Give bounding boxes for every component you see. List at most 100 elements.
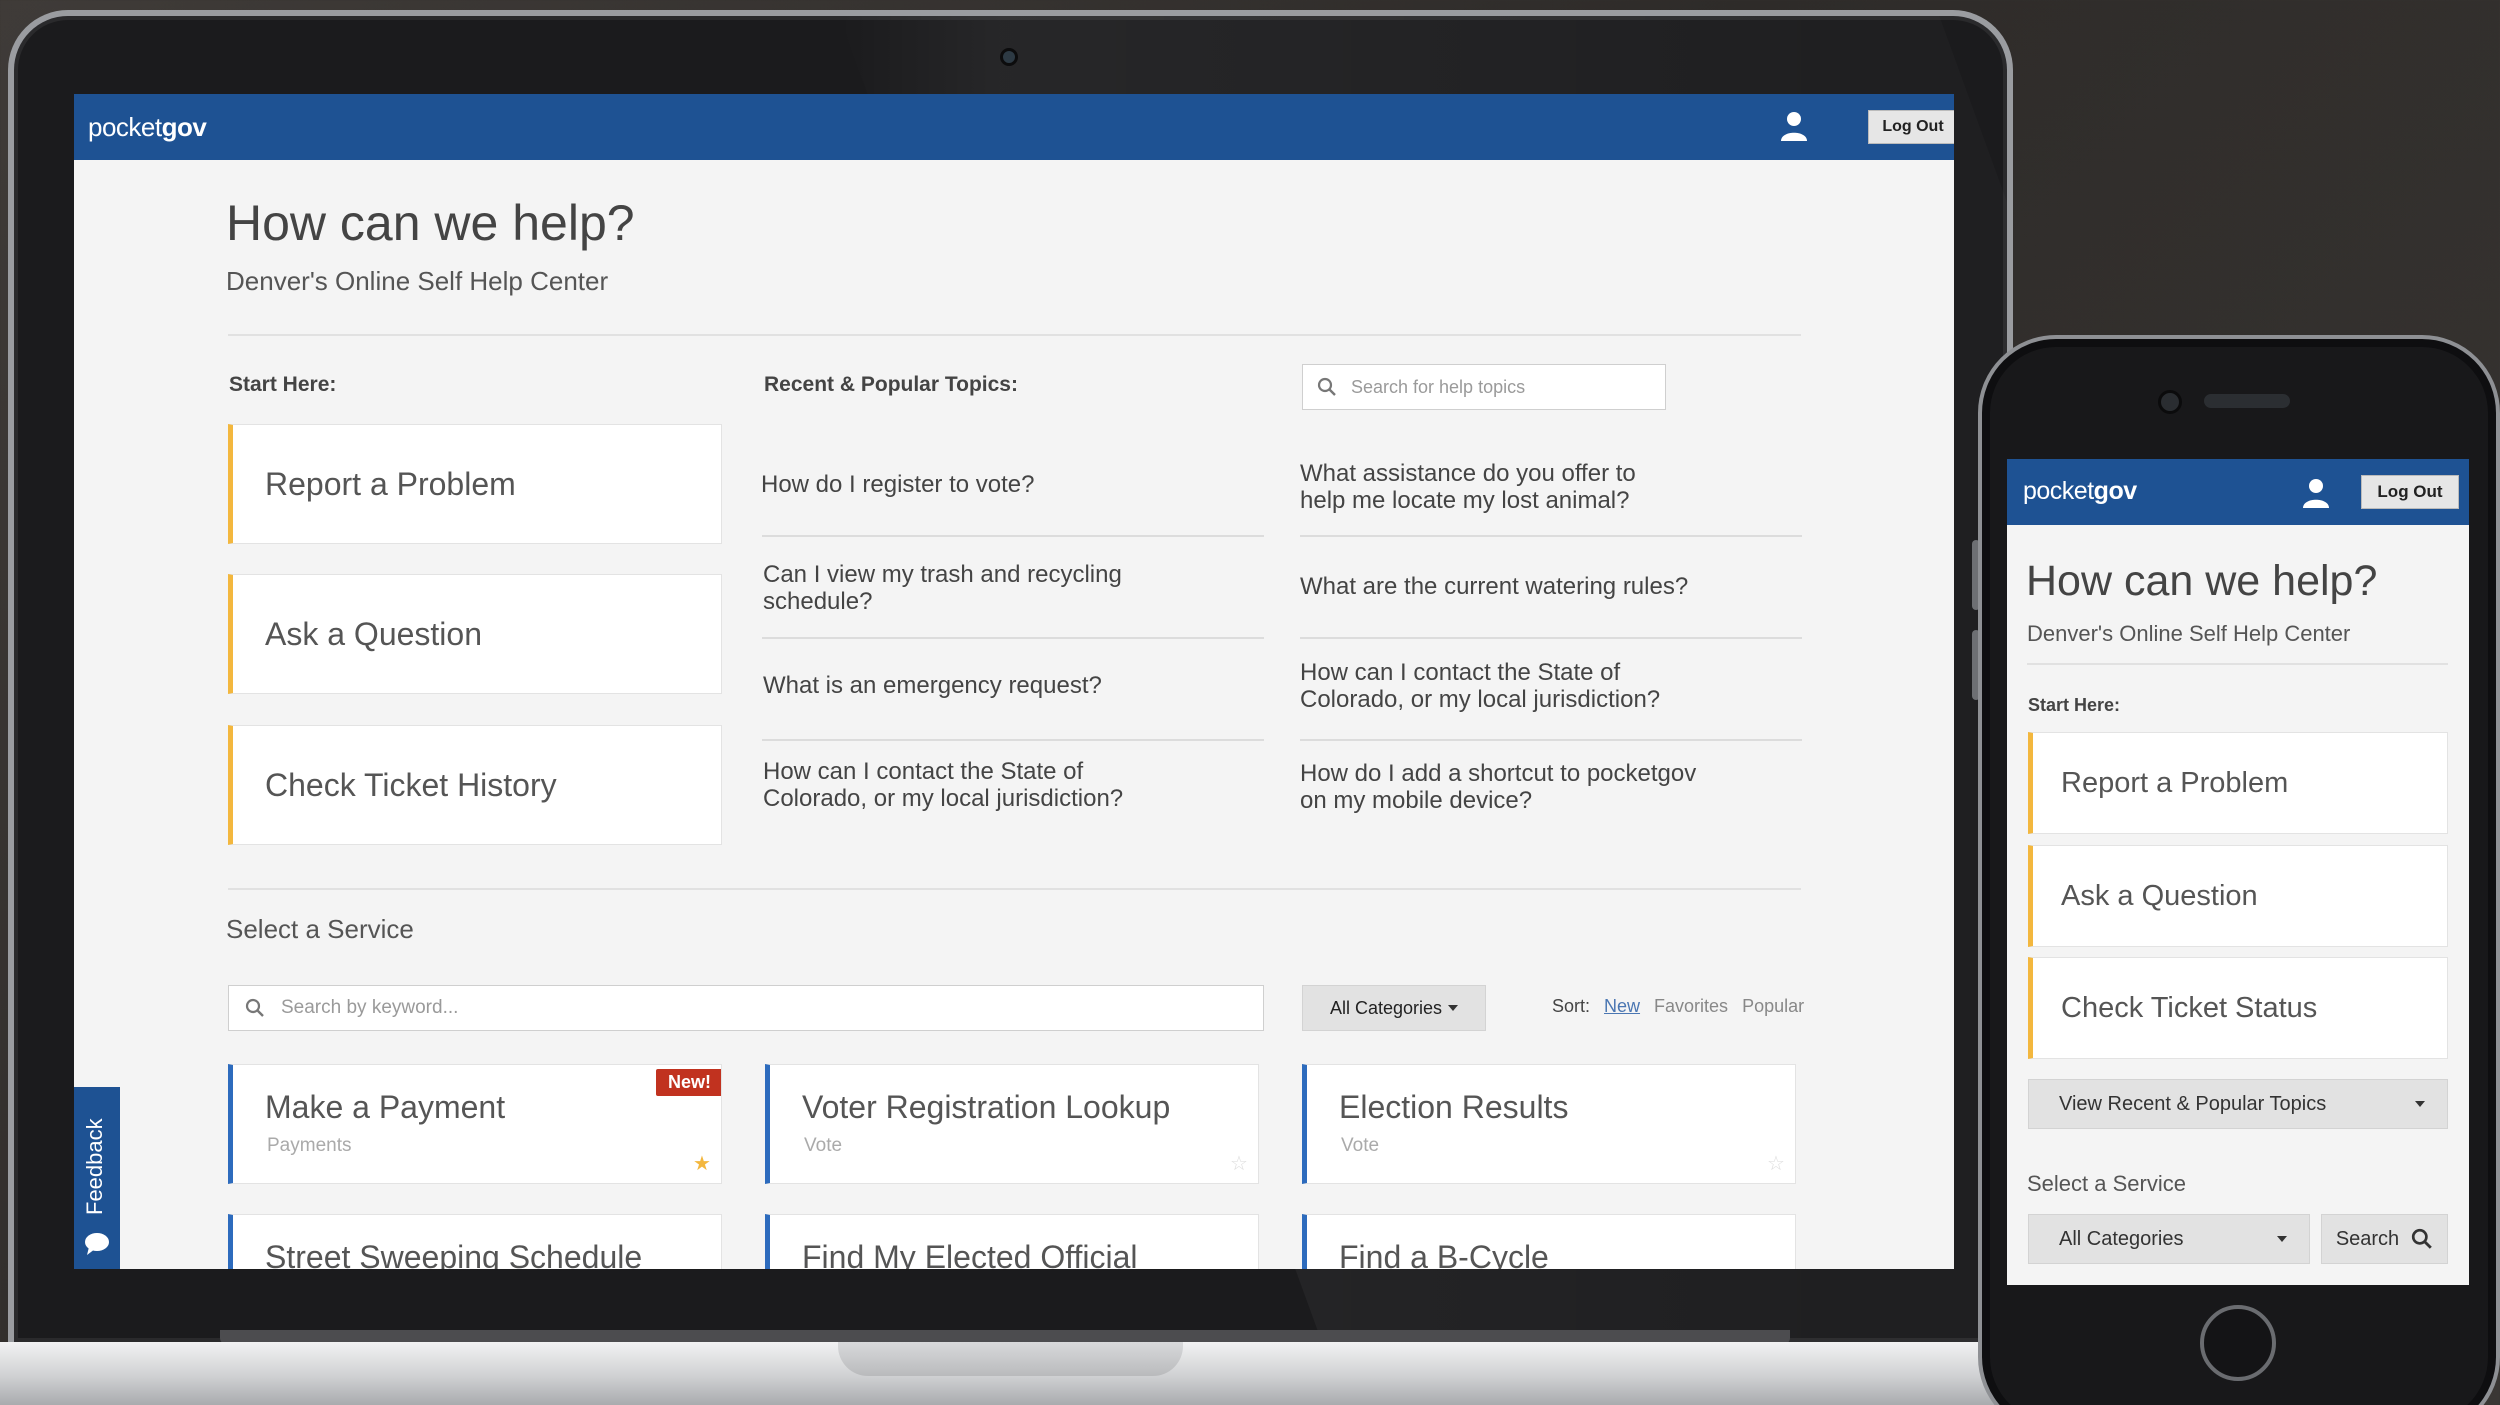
phone-speaker xyxy=(2204,394,2290,408)
select-service-title: Select a Service xyxy=(226,914,414,944)
service-card-election-results[interactable]: Election Results Vote ☆ xyxy=(1302,1064,1796,1184)
topic-line: schedule? xyxy=(763,588,873,615)
service-name: Voter Registration Lookup xyxy=(802,1089,1171,1125)
pocketgov-logo[interactable]: pocketgov xyxy=(88,112,207,143)
sort-new-link[interactable]: New xyxy=(1604,996,1640,1017)
divider xyxy=(762,739,1264,741)
service-card-make-payment[interactable]: Make a Payment Payments New! ★ xyxy=(228,1064,722,1184)
service-card-street-sweeping[interactable]: Street Sweeping Schedule xyxy=(228,1214,722,1269)
feedback-tab[interactable]: Feedback xyxy=(74,1087,120,1269)
topic-line: on my mobile device? xyxy=(1300,787,1533,814)
all-categories-dropdown[interactable]: All Categories xyxy=(2028,1214,2310,1264)
topic-line: What is an emergency request? xyxy=(763,672,1102,699)
topic-line: How do I add a shortcut to pocketgov xyxy=(1300,760,1697,787)
report-problem-button[interactable]: Report a Problem xyxy=(228,424,722,544)
service-name: Find a B-Cycle xyxy=(1339,1239,1549,1269)
keyword-search-input[interactable] xyxy=(281,997,1263,1019)
start-here-label: Start Here: xyxy=(2028,695,2121,715)
caret-down-icon xyxy=(2277,1236,2287,1242)
logout-button[interactable]: Log Out xyxy=(1868,110,1954,144)
laptop-base-notch xyxy=(838,1342,1183,1376)
page-title: How can we help? xyxy=(226,195,635,251)
search-button[interactable]: Search xyxy=(2321,1214,2448,1264)
service-card-elected-official[interactable]: Find My Elected Official xyxy=(765,1214,1259,1269)
topic-link[interactable]: How can I contact the State of Colorado,… xyxy=(1300,659,1800,713)
logout-button[interactable]: Log Out xyxy=(2361,475,2459,509)
logo-light-text: pocket xyxy=(2023,477,2094,505)
favorite-star-icon[interactable]: ★ xyxy=(693,1151,711,1176)
divider xyxy=(1300,535,1802,537)
topics-dropdown-label: View Recent & Popular Topics xyxy=(2059,1092,2327,1115)
mobile-screen: pocketgov Log Out How can we help? Denve… xyxy=(2007,459,2469,1285)
topic-link[interactable]: How do I register to vote? xyxy=(761,471,1261,498)
logo-bold-text: gov xyxy=(161,112,207,142)
user-icon[interactable] xyxy=(2302,478,2330,508)
topic-link[interactable]: Can I view my trash and recycling schedu… xyxy=(763,561,1263,615)
all-categories-dropdown[interactable]: All Categories xyxy=(1302,985,1486,1031)
topic-line: Colorado, or my local jurisdiction? xyxy=(763,785,1124,812)
topic-line: What are the current watering rules? xyxy=(1300,573,1689,600)
service-name: Street Sweeping Schedule xyxy=(265,1239,643,1269)
divider xyxy=(1300,739,1802,741)
service-category: Payments xyxy=(267,1135,352,1156)
topic-line: How do I register to vote? xyxy=(761,471,1035,498)
search-icon xyxy=(2412,1228,2432,1249)
start-here-label: Start Here: xyxy=(229,373,337,396)
topic-line: Can I view my trash and recycling xyxy=(763,561,1122,588)
page-title: How can we help? xyxy=(2026,557,2378,605)
desktop-topbar: pocketgov Log Out xyxy=(74,94,1954,160)
new-badge: New! xyxy=(655,1069,721,1096)
service-name: Election Results xyxy=(1339,1089,1569,1125)
desktop-screen: pocketgov Log Out How can we help? Denve… xyxy=(74,94,1954,1269)
user-icon[interactable] xyxy=(1780,111,1808,141)
divider xyxy=(1300,637,1802,639)
logo-light-text: pocket xyxy=(88,112,162,142)
sort-controls: Sort: New Favorites Popular xyxy=(1552,996,1804,1017)
phone-home-button[interactable] xyxy=(2200,1305,2276,1381)
feedback-label: Feedback xyxy=(82,1118,107,1216)
topic-link[interactable]: What are the current watering rules? xyxy=(1300,573,1800,600)
page-subtitle: Denver's Online Self Help Center xyxy=(226,266,609,296)
topic-link[interactable]: How do I add a shortcut to pocketgov on … xyxy=(1300,760,1800,814)
keyword-search-box[interactable] xyxy=(228,985,1264,1031)
start-item-label: Report a Problem xyxy=(2061,766,2289,799)
sort-favorites-link[interactable]: Favorites xyxy=(1654,996,1728,1017)
divider xyxy=(228,334,1801,336)
categories-label: All Categories xyxy=(1329,997,1443,1018)
topic-line: What assistance do you offer to xyxy=(1300,460,1636,487)
ask-question-button[interactable]: Ask a Question xyxy=(228,574,722,694)
topic-link[interactable]: What is an emergency request? xyxy=(763,672,1263,699)
caret-down-icon xyxy=(2415,1101,2425,1107)
report-problem-button[interactable]: Report a Problem xyxy=(2028,732,2448,834)
topic-link[interactable]: How can I contact the State of Colorado,… xyxy=(763,758,1263,812)
service-category: Vote xyxy=(804,1135,843,1156)
phone-camera xyxy=(2158,390,2182,414)
favorite-star-outline-icon[interactable]: ☆ xyxy=(1230,1151,1248,1176)
start-item-label: Ask a Question xyxy=(2061,879,2258,912)
sort-label: Sort: xyxy=(1552,996,1591,1016)
page-subtitle: Denver's Online Self Help Center xyxy=(2027,621,2351,646)
start-item-label: Report a Problem xyxy=(265,465,516,502)
topics-dropdown[interactable]: View Recent & Popular Topics xyxy=(2028,1079,2448,1129)
mobile-topbar: pocketgov Log Out xyxy=(2007,459,2469,525)
divider xyxy=(2027,663,2448,665)
service-name: Find My Elected Official xyxy=(802,1239,1138,1269)
service-card-voter-registration[interactable]: Voter Registration Lookup Vote ☆ xyxy=(765,1064,1259,1184)
start-item-label: Check Ticket History xyxy=(265,766,557,803)
search-button-label: Search xyxy=(2335,1227,2400,1250)
chat-bubble-icon xyxy=(85,1233,109,1255)
check-ticket-history-button[interactable]: Check Ticket History xyxy=(228,725,722,845)
logo-bold-text: gov xyxy=(2093,477,2137,505)
topic-line: How can I contact the State of xyxy=(1300,659,1621,686)
favorite-star-outline-icon[interactable]: ☆ xyxy=(1767,1151,1785,1176)
pocketgov-logo[interactable]: pocketgov xyxy=(2023,477,2137,506)
check-ticket-status-button[interactable]: Check Ticket Status xyxy=(2028,957,2448,1059)
topic-search-input[interactable] xyxy=(1351,376,1665,398)
topic-link[interactable]: What assistance do you offer to help me … xyxy=(1300,460,1800,514)
topic-search-box[interactable] xyxy=(1302,364,1666,410)
sort-popular-link[interactable]: Popular xyxy=(1742,996,1804,1017)
select-service-title: Select a Service xyxy=(2027,1171,2186,1196)
service-card-b-cycle[interactable]: Find a B-Cycle xyxy=(1302,1214,1796,1269)
divider xyxy=(228,888,1801,890)
ask-question-button[interactable]: Ask a Question xyxy=(2028,845,2448,947)
